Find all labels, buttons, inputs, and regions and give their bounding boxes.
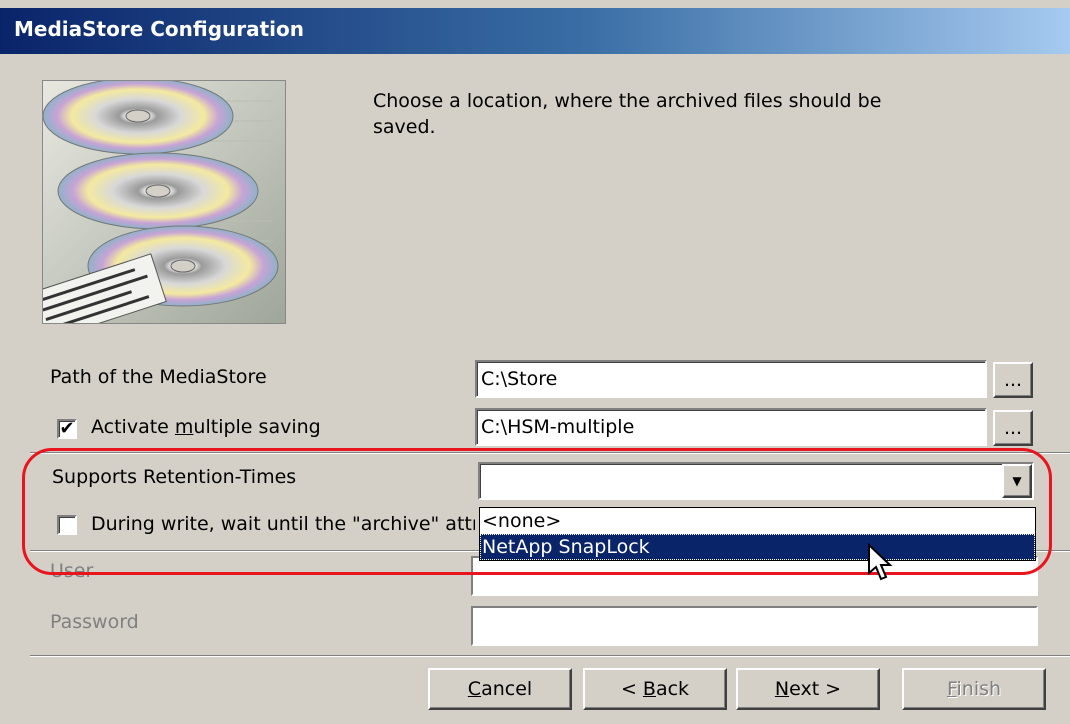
- multiple-saving-label[interactable]: Activate multiple saving: [91, 416, 321, 438]
- back-button[interactable]: < Back: [583, 668, 727, 710]
- mouse-cursor-icon: [867, 542, 897, 583]
- cd-stack-logo: [42, 80, 286, 324]
- cancel-button[interactable]: Cancel: [428, 668, 572, 710]
- retention-dropdown-button[interactable]: ▼: [1002, 464, 1032, 498]
- separator: [30, 655, 1070, 657]
- separator: [30, 452, 1070, 454]
- archive-wait-checkbox[interactable]: [57, 515, 77, 535]
- user-input[interactable]: [471, 556, 1038, 596]
- retention-dropdown-list: <none> NetApp SnapLock: [479, 507, 1036, 561]
- checkmark-icon: ✔: [59, 418, 75, 439]
- archive-wait-label[interactable]: During write, wait until the "archive" a…: [91, 513, 475, 535]
- chevron-down-icon: ▼: [1012, 474, 1022, 488]
- multiple-path-input[interactable]: C:\HSM-multiple: [475, 408, 987, 446]
- user-label: User: [50, 560, 94, 582]
- password-label: Password: [50, 611, 139, 633]
- multiple-browse-button[interactable]: ...: [993, 410, 1033, 446]
- retention-label: Supports Retention-Times: [52, 466, 297, 488]
- next-button[interactable]: Next >: [736, 668, 880, 710]
- path-label: Path of the MediaStore: [50, 366, 267, 388]
- multiple-saving-checkbox[interactable]: ✔: [57, 419, 77, 439]
- path-browse-button[interactable]: ...: [993, 362, 1033, 398]
- title-bar: MediaStore Configuration: [0, 8, 1070, 54]
- intro-text: Choose a location, where the archived fi…: [373, 90, 882, 138]
- window-title: MediaStore Configuration: [14, 17, 305, 41]
- option-none[interactable]: <none>: [480, 508, 1035, 534]
- finish-button[interactable]: Finish: [902, 668, 1046, 710]
- password-input[interactable]: [471, 606, 1038, 646]
- retention-select[interactable]: ▼: [478, 462, 1034, 500]
- option-netapp-snaplock[interactable]: NetApp SnapLock: [480, 534, 1035, 560]
- path-input[interactable]: C:\Store: [475, 360, 987, 398]
